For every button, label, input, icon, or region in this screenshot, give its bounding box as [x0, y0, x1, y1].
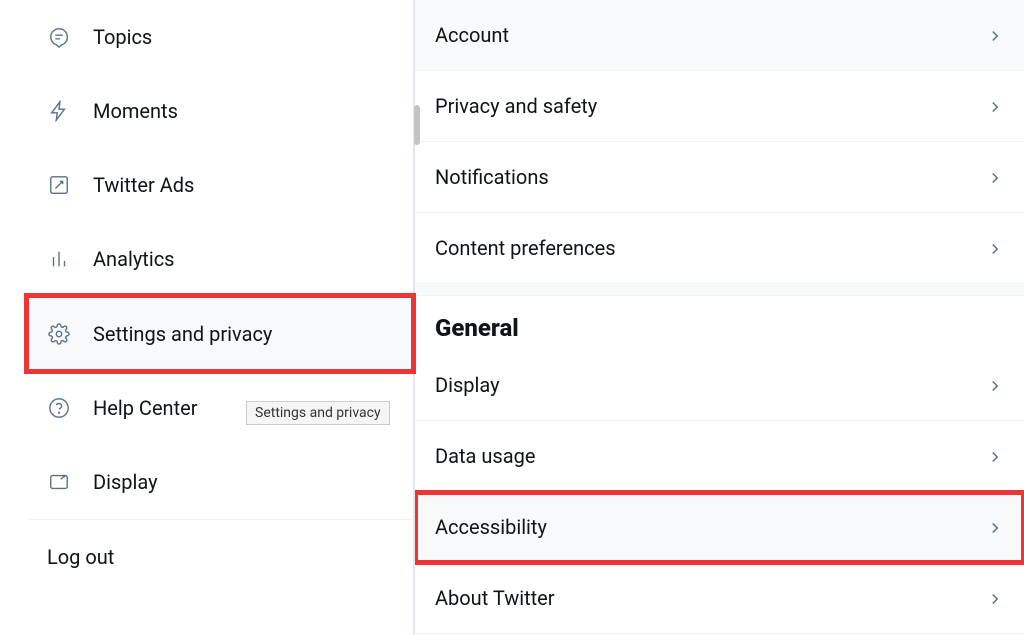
sidebar-item-moments[interactable]: Moments — [27, 74, 413, 148]
settings-item-label: Account — [435, 23, 509, 47]
sidebar-item-logout[interactable]: Log out — [27, 519, 413, 594]
chevron-right-icon — [986, 447, 1004, 465]
settings-item-label: Privacy and safety — [435, 94, 597, 118]
settings-item-label: Content preferences — [435, 236, 616, 260]
sidebar-item-settings-privacy[interactable]: Settings and privacy — [27, 296, 413, 371]
moments-icon — [47, 99, 71, 123]
settings-item-label: Data usage — [435, 444, 535, 468]
settings-item-label: About Twitter — [435, 586, 555, 610]
settings-item-notifications[interactable]: Notifications — [415, 142, 1024, 213]
sidebar-item-label: Topics — [93, 25, 152, 49]
settings-item-data-usage[interactable]: Data usage — [415, 421, 1024, 492]
sidebar-item-display[interactable]: Display — [27, 445, 413, 519]
chevron-right-icon — [986, 168, 1004, 186]
gear-icon — [47, 322, 71, 346]
sidebar-item-topics[interactable]: Topics — [27, 0, 413, 74]
sidebar-item-twitter-ads[interactable]: Twitter Ads — [27, 148, 413, 222]
chevron-right-icon — [986, 518, 1004, 536]
chevron-right-icon — [986, 239, 1004, 257]
settings-item-content-preferences[interactable]: Content preferences — [415, 213, 1024, 284]
sidebar-item-analytics[interactable]: Analytics — [27, 222, 413, 296]
settings-item-accessibility[interactable]: Accessibility — [415, 492, 1024, 563]
analytics-icon — [47, 247, 71, 271]
sidebar-item-label: Analytics — [93, 247, 175, 271]
tooltip: Settings and privacy — [246, 401, 390, 425]
topics-icon — [47, 25, 71, 49]
settings-item-display[interactable]: Display — [415, 350, 1024, 421]
scrollbar-hint — [414, 105, 420, 145]
section-header-general: General — [415, 296, 1024, 350]
ads-icon — [47, 173, 71, 197]
sidebar-item-label: Help Center — [93, 396, 198, 420]
sidebar-item-label: Log out — [47, 545, 114, 569]
settings-item-account[interactable]: Account — [415, 0, 1024, 71]
display-icon — [47, 470, 71, 494]
help-icon — [47, 396, 71, 420]
settings-item-label: Display — [435, 373, 500, 397]
sidebar-item-label: Moments — [93, 99, 178, 123]
sidebar-item-label: Settings and privacy — [93, 322, 272, 346]
section-divider — [415, 284, 1024, 296]
chevron-right-icon — [986, 376, 1004, 394]
settings-panel: Account Privacy and safety Notifications… — [415, 0, 1024, 635]
settings-item-about-twitter[interactable]: About Twitter — [415, 563, 1024, 634]
chevron-right-icon — [986, 97, 1004, 115]
sidebar-item-label: Display — [93, 470, 158, 494]
settings-item-label: Accessibility — [435, 515, 547, 539]
settings-item-label: Notifications — [435, 165, 549, 189]
sidebar-item-label: Twitter Ads — [93, 173, 194, 197]
settings-item-privacy-safety[interactable]: Privacy and safety — [415, 71, 1024, 142]
chevron-right-icon — [986, 589, 1004, 607]
chevron-right-icon — [986, 26, 1004, 44]
sidebar: Topics Moments Twitter Ads Analytics — [0, 0, 415, 635]
